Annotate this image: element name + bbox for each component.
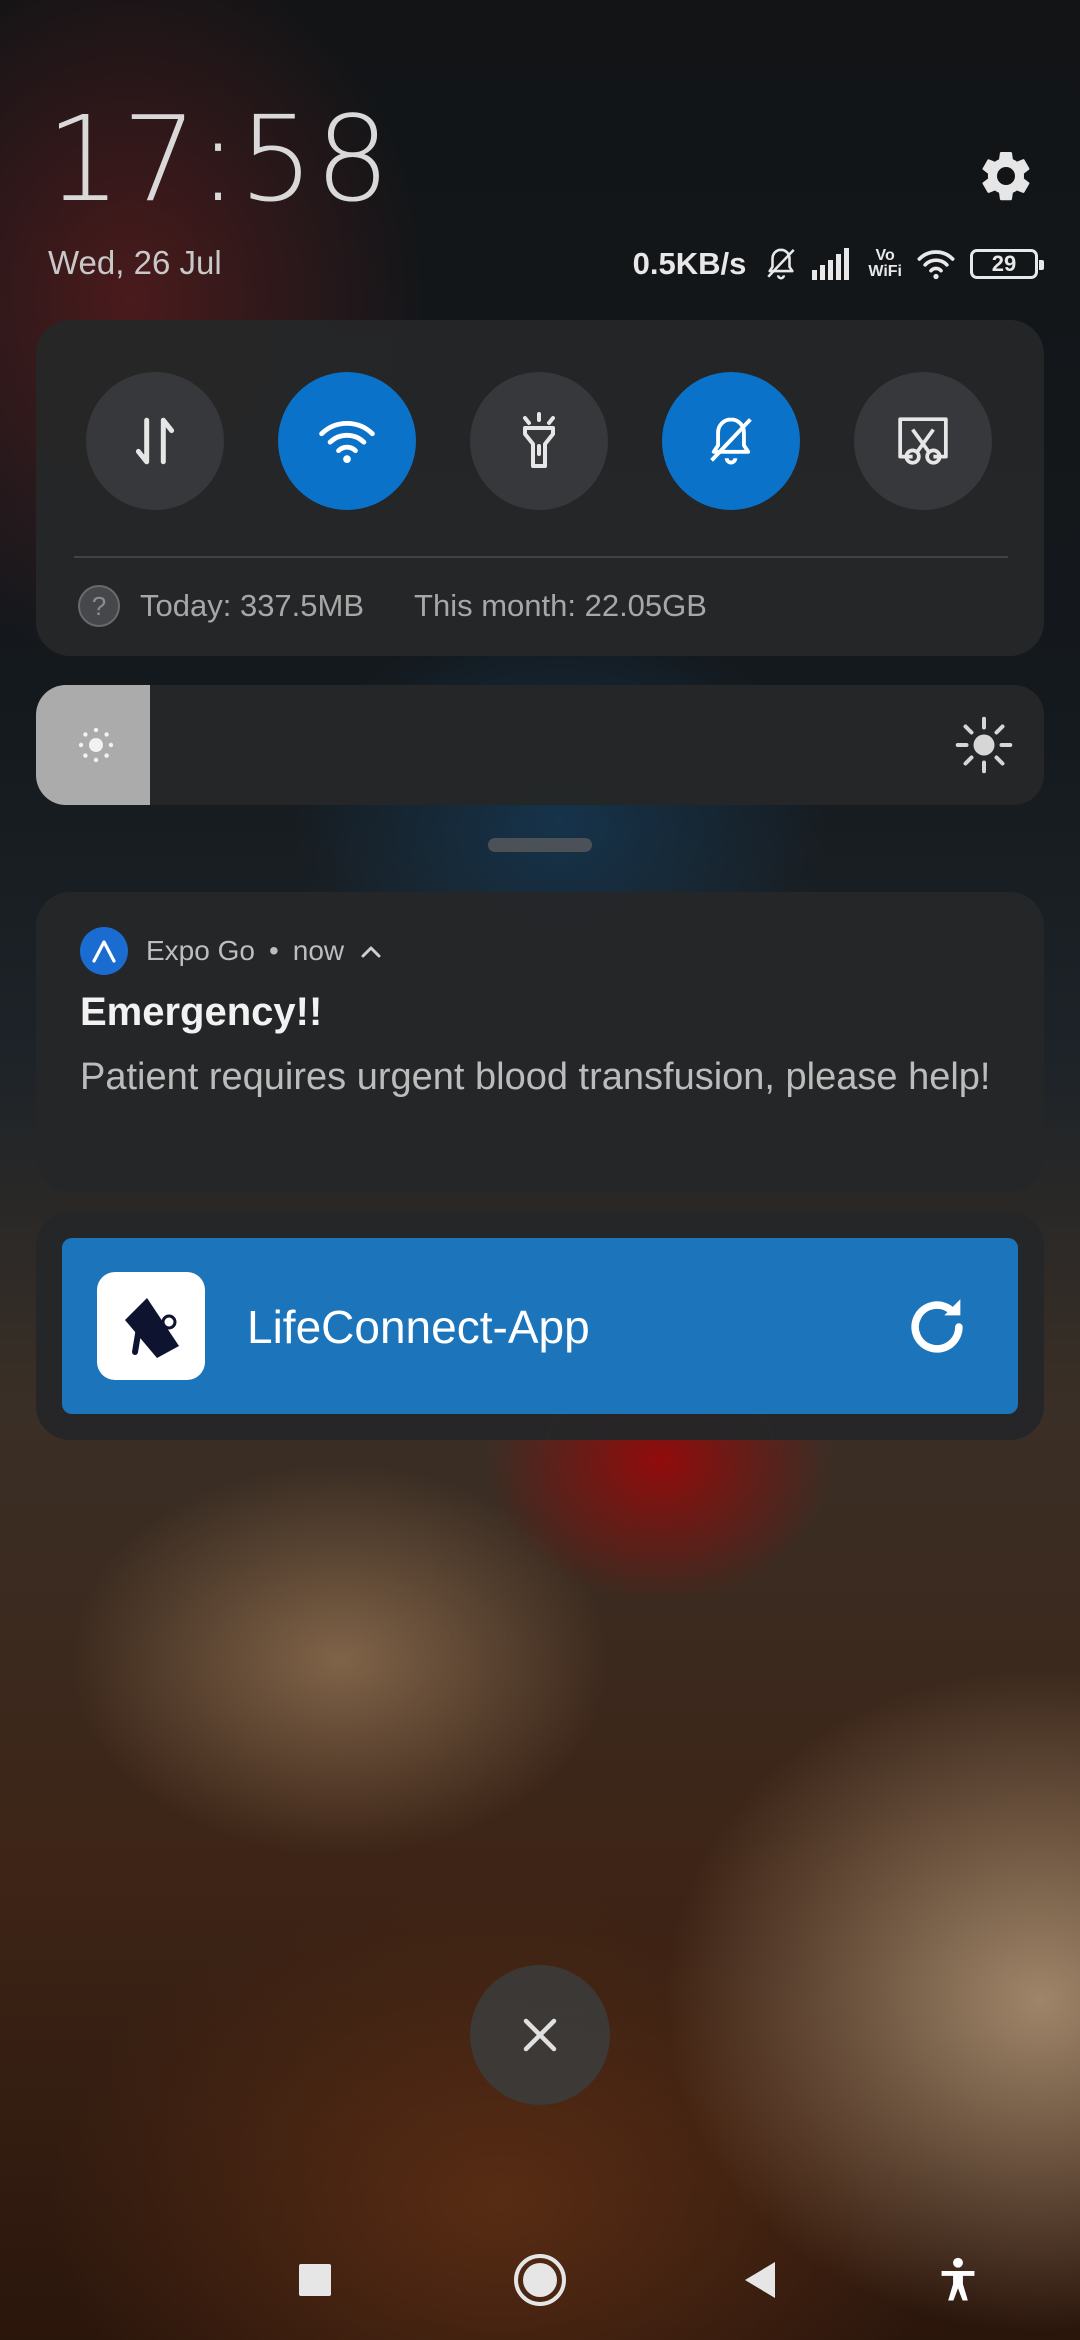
- signal-icon: [812, 248, 854, 280]
- separator-dot: •: [268, 935, 279, 966]
- toggle-silent[interactable]: [662, 372, 800, 510]
- usage-today: Today: 337.5MB: [140, 588, 365, 623]
- chevron-up-icon[interactable]: [360, 943, 382, 959]
- screenshot-scissors-icon: [898, 417, 948, 465]
- accessibility-button[interactable]: [918, 2240, 998, 2320]
- sun-small-icon: [78, 727, 114, 763]
- toggle-wifi[interactable]: [278, 372, 416, 510]
- navigation-bar: [0, 2240, 1080, 2320]
- clear-all-button[interactable]: [470, 1965, 610, 2105]
- brightness-slider[interactable]: [36, 685, 1044, 805]
- wifi-status-icon: [916, 247, 956, 281]
- back-triangle-icon: [745, 2262, 775, 2298]
- settings-gear-icon[interactable]: [976, 146, 1036, 206]
- status-bar: 0.5KB/s Vo WiFi 29: [632, 244, 1044, 284]
- notification-app-name: Expo Go: [146, 935, 255, 966]
- recents-button[interactable]: [275, 2240, 355, 2320]
- data-arrows-icon: [135, 417, 175, 465]
- toggle-flashlight[interactable]: [470, 372, 608, 510]
- app-card: LifeConnect-App: [36, 1212, 1044, 1440]
- app-name: LifeConnect-App: [247, 1301, 590, 1353]
- square-icon: [299, 2264, 331, 2296]
- clock: 17:58: [46, 90, 392, 228]
- accessibility-icon: [941, 2257, 975, 2301]
- bell-off-icon: [764, 245, 798, 283]
- home-circle-icon: [514, 2254, 566, 2306]
- refresh-icon[interactable]: [902, 1292, 972, 1362]
- data-usage: ? Today: 337.5MB This month: 22.05GB: [78, 584, 707, 628]
- notification-time: now: [292, 935, 345, 966]
- network-speed: 0.5KB/s: [632, 246, 747, 281]
- sun-large-icon: [955, 716, 1013, 774]
- home-button[interactable]: [500, 2240, 580, 2320]
- app-banner[interactable]: LifeConnect-App: [62, 1238, 1018, 1414]
- notification-title: Emergency!!: [80, 990, 323, 1034]
- panel-drag-handle[interactable]: [488, 838, 592, 852]
- lifeconnect-logo-icon: [97, 1272, 205, 1380]
- toggle-screenshot[interactable]: [854, 372, 992, 510]
- bell-off-icon: [710, 417, 752, 465]
- wifi-icon: [319, 420, 375, 463]
- notification-card[interactable]: Expo Go • now Emergency!! Patient requir…: [36, 892, 1044, 1192]
- notification-header: Expo Go • now: [80, 926, 382, 976]
- toggle-mobile-data[interactable]: [86, 372, 224, 510]
- battery-level: 29: [991, 251, 1017, 276]
- date: Wed, 26 Jul: [48, 244, 222, 281]
- usage-month: This month: 22.05GB: [414, 588, 707, 623]
- vowifi-icon: Vo WiFi: [868, 247, 902, 280]
- close-icon: [523, 2018, 557, 2052]
- notification-body: Patient requires urgent blood transfusio…: [80, 1056, 991, 1098]
- quick-settings-panel: ? Today: 337.5MB This month: 22.05GB: [36, 320, 1044, 656]
- expo-go-icon: [80, 927, 128, 975]
- battery-icon: 29: [970, 249, 1044, 279]
- back-button[interactable]: [720, 2240, 800, 2320]
- divider: [74, 556, 1008, 558]
- flashlight-icon: [523, 412, 555, 468]
- help-icon[interactable]: ?: [78, 585, 120, 627]
